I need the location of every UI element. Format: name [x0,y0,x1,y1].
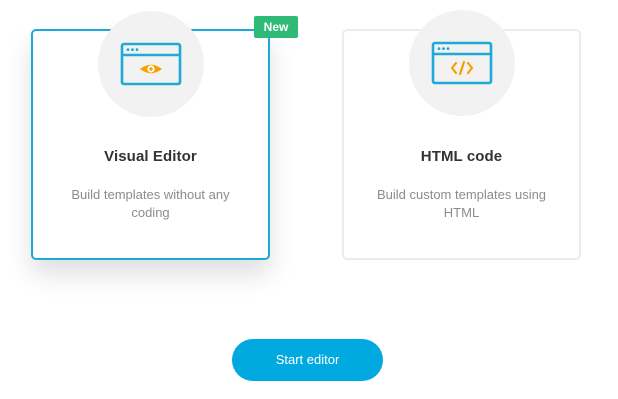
browser-code-icon [431,41,492,85]
html-code-card[interactable]: HTML code Build custom templates using H… [342,10,581,260]
html-code-title: HTML code [420,148,503,165]
html-code-icon-circle [408,10,515,116]
visual-editor-description: Build templates without any coding [71,187,230,220]
html-code-description: Build custom templates using HTML [376,187,547,220]
visual-editor-title: Visual Editor [104,148,197,165]
browser-eye-icon [120,42,181,86]
visual-editor-card[interactable]: Visual Editor Build templates without an… [31,11,270,260]
visual-editor-icon-circle [97,11,204,117]
new-badge: New [254,16,298,38]
editor-choice-page: Visual Editor Build templates without an… [0,0,618,399]
start-editor-button[interactable]: Start editor [232,339,383,381]
